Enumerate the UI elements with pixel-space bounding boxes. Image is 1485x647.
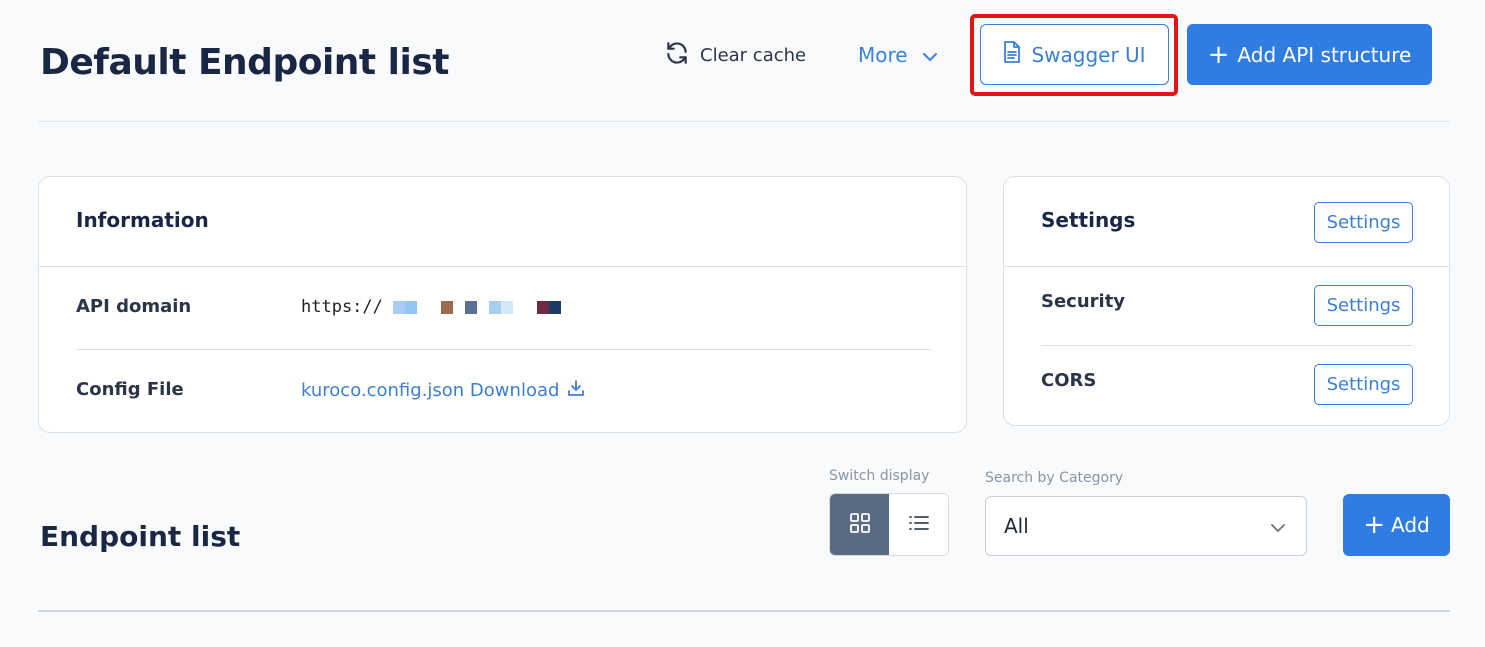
information-card: Information API domain https:// Config F…: [38, 176, 967, 433]
cors-label: CORS: [1041, 370, 1097, 391]
add-api-structure-label: Add API structure: [1237, 42, 1412, 67]
settings-heading: Settings: [1041, 208, 1136, 232]
settings-row-divider: [1041, 345, 1413, 346]
endpoint-list-divider: [38, 610, 1450, 612]
api-domain-text: https://: [301, 297, 383, 317]
masked-pixel: [452, 300, 465, 314]
masked-pixel: [548, 300, 561, 314]
masked-domain: [392, 300, 561, 314]
refresh-icon: [664, 40, 690, 71]
category-label: Search by Category: [985, 470, 1124, 486]
category-select-value: All: [1004, 514, 1029, 538]
information-heading: Information: [76, 208, 209, 232]
list-view-button[interactable]: [889, 494, 948, 555]
masked-pixel: [440, 300, 453, 314]
page-title: Default Endpoint list: [40, 42, 449, 83]
swagger-ui-label: Swagger UI: [1031, 42, 1146, 67]
more-dropdown[interactable]: More: [858, 40, 938, 70]
plus-icon: +: [1363, 510, 1386, 540]
information-row-divider: [76, 349, 931, 350]
switch-display-label: Switch display: [829, 468, 930, 484]
masked-pixel: [512, 300, 525, 314]
masked-pixel: [404, 300, 417, 314]
config-file-download-link[interactable]: kuroco.config.json Download: [301, 379, 585, 402]
masked-pixel: [500, 300, 513, 314]
masked-pixel: [536, 300, 549, 314]
masked-pixel: [464, 300, 477, 314]
settings-button[interactable]: Settings: [1314, 202, 1413, 243]
document-icon: [1003, 41, 1021, 68]
masked-pixel: [476, 300, 489, 314]
security-label: Security: [1041, 291, 1126, 312]
grid-view-button[interactable]: [830, 494, 889, 555]
masked-pixel: [488, 300, 501, 314]
masked-pixel: [416, 300, 429, 314]
download-icon: [567, 379, 585, 402]
add-endpoint-label: Add: [1391, 513, 1430, 537]
add-api-structure-button[interactable]: + Add API structure: [1187, 24, 1432, 85]
config-file-label: Config File: [76, 379, 184, 400]
api-domain-label: API domain: [76, 296, 192, 317]
grid-icon: [849, 512, 871, 538]
masked-pixel: [524, 300, 537, 314]
information-divider: [39, 266, 966, 267]
security-settings-button[interactable]: Settings: [1314, 285, 1413, 326]
config-file-link-text: kuroco.config.json Download: [301, 380, 560, 401]
settings-divider: [1004, 266, 1449, 267]
switch-display-toggle: [829, 493, 949, 556]
masked-pixel: [428, 300, 441, 314]
header-divider: [38, 121, 1450, 122]
swagger-ui-button[interactable]: Swagger UI: [980, 24, 1169, 85]
masked-pixel: [392, 300, 405, 314]
add-endpoint-button[interactable]: + Add: [1343, 494, 1450, 556]
cors-settings-button[interactable]: Settings: [1314, 364, 1413, 405]
chevron-down-icon: [1270, 514, 1286, 538]
api-domain-value: https://: [301, 297, 561, 317]
clear-cache-button[interactable]: Clear cache: [664, 40, 806, 70]
more-label: More: [858, 43, 908, 67]
endpoint-list-title: Endpoint list: [40, 520, 241, 553]
list-icon: [908, 514, 930, 536]
page: Default Endpoint list Clear cache More S…: [0, 0, 1485, 647]
clear-cache-label: Clear cache: [700, 44, 807, 66]
settings-card: Settings Settings Security Settings CORS…: [1003, 176, 1450, 426]
plus-icon: +: [1207, 39, 1230, 70]
chevron-down-icon: [922, 43, 938, 67]
category-select[interactable]: All: [985, 496, 1307, 556]
